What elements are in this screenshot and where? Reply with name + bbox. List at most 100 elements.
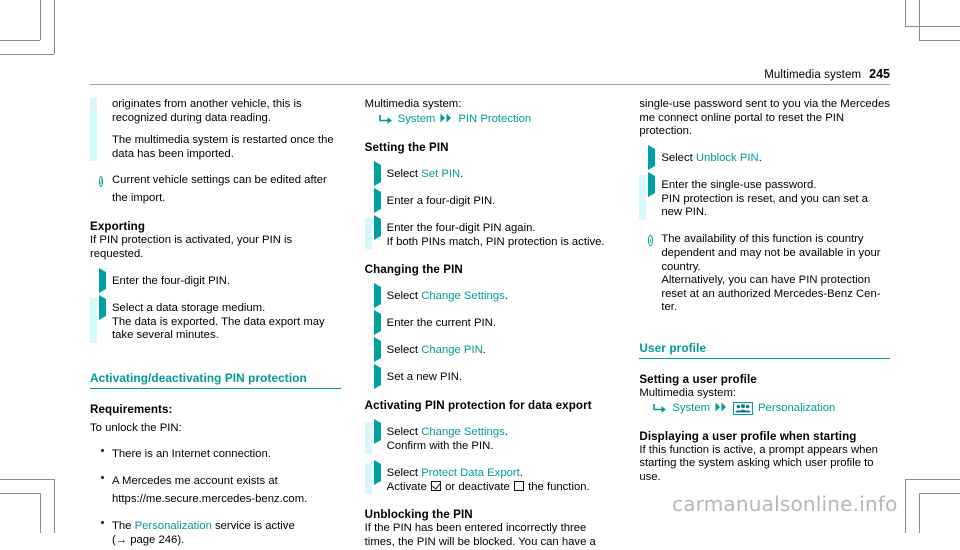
exporting-heading: Exporting <box>90 220 146 234</box>
step-suffix: . <box>758 151 762 164</box>
step-text: Select a data storage medium. <box>112 301 266 314</box>
nav-path-first-label[interactable]: System <box>672 401 710 416</box>
change-settings-link[interactable]: Change Settings <box>421 290 505 302</box>
left-column: originates from another vehicle, this is… <box>90 98 341 546</box>
unblock-step-block: Enter the single-use password. PIN prote… <box>639 171 890 220</box>
nav-path-personalization: System Personalization <box>639 401 890 416</box>
watermark: carmanualsonline.info <box>672 492 898 516</box>
page-reference[interactable]: (→ page 246). <box>112 534 341 548</box>
bent-arrow-icon <box>653 403 667 414</box>
unblocking-the-pin-heading: Unblocking the PIN <box>364 508 473 522</box>
activating-step-block-1: Select Change Settings. Confirm with the… <box>364 419 616 454</box>
note-row: i The availability of this function is c… <box>639 229 890 247</box>
note-line: country. <box>661 260 701 273</box>
step-prefix: Select <box>386 290 422 303</box>
crop-mark-top-left-vertical <box>40 0 41 40</box>
note-line: ter. <box>661 301 678 314</box>
protect-data-export-link[interactable]: Protect Data Export <box>421 467 520 479</box>
middle-column: Multimedia system: System PIN Protection… <box>364 98 616 548</box>
step-note: PIN protection is reset, and you can set… <box>661 192 868 219</box>
unblock-pin-link[interactable]: Unblock PIN <box>696 152 759 164</box>
requirements-heading: Requirements: <box>90 402 173 416</box>
triangle-bullet-icon <box>99 267 111 293</box>
activating-step-block-2: Select Protect Data Export. Activate or … <box>364 459 616 495</box>
step-row: Enter the single-use password. <box>639 171 890 197</box>
step-row: Select a data storage medium. <box>90 294 341 320</box>
activating-pin-for-export-heading: Activating PIN protection for data expor… <box>364 399 592 413</box>
checkbox-unchecked-icon <box>513 480 524 491</box>
note-line: reset at an authorized Mercedes-Benz Cen… <box>661 287 881 300</box>
step-row: Select Protect Data Export. <box>365 459 616 485</box>
page-number: 245 <box>869 67 890 81</box>
triangle-bullet-icon <box>373 419 386 445</box>
page-body: originates from another vehicle, this is… <box>90 98 891 548</box>
requirement-item: A Mercedes me account exists at https://… <box>90 471 341 507</box>
export-step-block: Select a data storage medium. The data i… <box>90 294 341 343</box>
section-heading-activating-deactivating: Activating/deactivating PIN protection <box>90 371 341 389</box>
note-line: dependent and may not be available in yo… <box>661 246 881 259</box>
change-bar <box>90 98 97 162</box>
bullet-dot-icon <box>101 520 104 524</box>
triangle-bullet-icon <box>648 144 660 170</box>
requirement-text-before: The <box>112 520 135 533</box>
step-note: The data is exported. The data export ma… <box>112 315 325 342</box>
setting-step-block: Enter the four-digit PIN again. If both … <box>364 214 616 250</box>
nav-path-first-label[interactable]: System <box>398 112 436 127</box>
bent-arrow-icon <box>378 114 393 125</box>
unblocking-text: If the PIN has been entered incorrectly … <box>364 522 596 548</box>
page-header: Multimedia system 245 <box>90 67 890 85</box>
page-header-title: Multimedia system <box>764 69 862 81</box>
step-suffix: . <box>460 167 464 180</box>
personalization-link[interactable]: Personalization <box>135 520 212 532</box>
step-row: Select Change Settings. <box>365 283 616 309</box>
triangle-bullet-icon <box>373 310 386 336</box>
activate-note-before: Activate <box>386 480 430 493</box>
setting-the-pin-heading: Setting the PIN <box>364 140 449 154</box>
displaying-user-profile-heading: Displaying a user profile when starting <box>639 429 857 443</box>
nav-path-second-label[interactable]: Personalization <box>758 401 835 416</box>
requirement-text: A Mercedes me account exists at https://… <box>112 475 308 506</box>
requirement-text-after: service is active <box>211 520 295 533</box>
step-suffix: . <box>519 466 523 479</box>
step-suffix: . <box>504 426 508 439</box>
change-pin-link[interactable]: Change PIN <box>421 344 483 356</box>
set-pin-link[interactable]: Set PIN <box>421 168 460 180</box>
checkbox-checked-icon <box>431 480 441 491</box>
displaying-user-profile-text: If this function is active, a prompt app… <box>639 443 878 483</box>
step-row: Select Change Settings. <box>365 419 616 445</box>
setting-a-user-profile-heading: Setting a user profile <box>639 372 757 386</box>
step-note: If both PINs match, PIN protection is ac… <box>386 235 605 248</box>
continued-block: originates from another vehicle, this is… <box>90 98 341 162</box>
step-row: Select Set PIN. <box>365 160 616 186</box>
continued-paragraph-1: originates from another vehicle, this is… <box>112 98 302 124</box>
changing-the-pin-heading: Changing the PIN <box>364 263 463 277</box>
note-row: i Current vehicle settings can be edited… <box>90 170 341 206</box>
crop-mark-bottom-right-inner-horizontal <box>905 479 960 480</box>
triangle-bullet-icon <box>373 459 386 485</box>
triangle-bullet-icon <box>373 187 386 213</box>
triangle-bullet-icon <box>373 214 386 240</box>
continued-text: single-use password sent to you via the … <box>639 98 890 138</box>
crop-mark-bottom-left-inner-vertical <box>54 479 55 533</box>
change-settings-link[interactable]: Change Settings <box>421 426 505 438</box>
triangle-bullet-icon <box>373 337 386 363</box>
bullet-dot-icon <box>101 448 104 452</box>
double-chevron-icon <box>715 401 728 416</box>
step-text: Enter the current PIN. <box>386 317 496 330</box>
right-column: single-use password sent to you via the … <box>639 98 891 488</box>
note-line: Alternatively, you can have PIN protecti… <box>661 274 871 287</box>
crop-mark-top-right-horizontal <box>919 40 960 41</box>
crop-mark-top-right-vertical <box>919 0 920 40</box>
crop-mark-bottom-left-inner-horizontal <box>0 479 54 480</box>
step-prefix: Select <box>386 466 422 479</box>
nav-path-second-label[interactable]: PIN Protection <box>458 112 531 127</box>
step-row: Select Unblock PIN. <box>639 144 890 170</box>
info-icon: i <box>648 234 653 246</box>
step-row: Enter a four-digit PIN. <box>365 187 616 213</box>
crop-mark-bottom-right-inner-vertical <box>905 479 906 533</box>
triangle-bullet-icon <box>648 171 660 197</box>
step-text: Enter a four-digit PIN. <box>386 194 496 207</box>
activate-note-after: the function. <box>524 480 590 493</box>
step-row: Enter the current PIN. <box>365 310 616 336</box>
double-chevron-icon <box>440 112 453 127</box>
